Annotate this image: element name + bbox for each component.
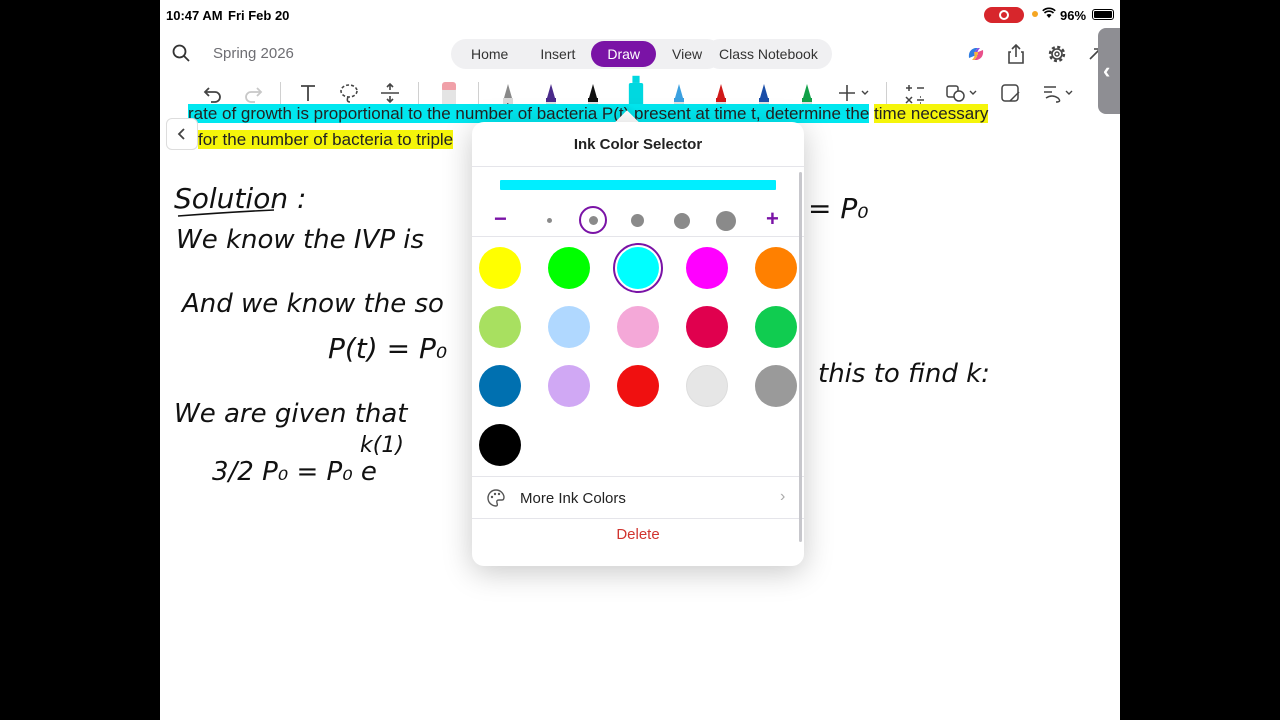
screen-recording-indicator[interactable] [984, 7, 1024, 23]
thickness-row: − + [472, 206, 804, 234]
shapes-icon[interactable] [944, 80, 980, 106]
ribbon-tabs: Home Insert Draw View [451, 39, 723, 69]
color-swatch[interactable] [686, 365, 728, 407]
ink-p0: = P₀ [808, 192, 868, 225]
status-bar: 10:47 AM Fri Feb 20 96% [160, 0, 1120, 30]
add-space-icon[interactable] [377, 80, 403, 106]
color-swatch[interactable] [755, 306, 797, 348]
color-swatch[interactable] [617, 306, 659, 348]
battery-percent: 96% [1060, 8, 1087, 23]
chevron-left-icon: ‹ [1103, 58, 1111, 83]
onenote-app: 10:47 AM Fri Feb 20 96% Spring 2026 Home… [160, 0, 1120, 720]
thickness-option[interactable] [589, 216, 598, 225]
scrollbar[interactable] [799, 172, 802, 542]
thickness-option[interactable] [716, 211, 736, 231]
color-swatch[interactable] [479, 365, 521, 407]
chevron-right-icon: › [780, 488, 786, 505]
divider [472, 518, 804, 519]
color-swatch[interactable] [755, 247, 797, 289]
ink-solution: Solution : [174, 182, 306, 215]
ink-solution-form: And we know the so [180, 289, 444, 319]
divider [472, 476, 804, 477]
color-swatch[interactable] [617, 365, 659, 407]
ink-color-selector: Ink Color Selector − + More Ink Colors ›… [472, 122, 804, 566]
tab-class-notebook[interactable]: Class Notebook [705, 39, 832, 69]
toolbar-divider [418, 82, 419, 104]
search-icon[interactable] [172, 44, 190, 62]
thickness-option[interactable] [631, 214, 644, 227]
divider [472, 236, 804, 237]
thickness-option[interactable] [674, 213, 690, 229]
ink-exponent: k(1) [360, 433, 404, 458]
toolbar-divider [280, 82, 281, 104]
top-bar: Spring 2026 Home Insert Draw View Class … [160, 36, 1120, 72]
battery-icon [1092, 9, 1114, 20]
stroke-preview [500, 180, 776, 190]
status-date: Fri Feb 20 [228, 8, 290, 23]
undo-icon[interactable] [200, 80, 226, 106]
divider [472, 166, 804, 167]
ink-ivp: We know the IVP is [176, 225, 424, 255]
tab-home[interactable]: Home [455, 41, 524, 67]
color-swatch[interactable] [548, 247, 590, 289]
notebook-title[interactable]: Spring 2026 [213, 45, 294, 62]
ink-replay-icon[interactable] [1040, 80, 1076, 106]
decrease-thickness-button[interactable]: − [494, 206, 507, 232]
ink-equation: 3/2 P₀ = P₀ e [212, 457, 377, 487]
increase-thickness-button[interactable]: + [766, 206, 779, 232]
gear-icon[interactable] [1046, 43, 1068, 65]
redo-icon[interactable] [240, 80, 266, 106]
share-icon[interactable] [1006, 43, 1026, 65]
color-swatch[interactable] [686, 306, 728, 348]
side-panel-handle[interactable]: ‹ [1098, 28, 1120, 114]
more-ink-colors-row[interactable]: More Ink Colors › [472, 480, 804, 516]
color-swatch[interactable] [479, 306, 521, 348]
color-swatch[interactable] [479, 424, 521, 466]
ink-to-shape-icon[interactable] [998, 80, 1024, 106]
color-swatch[interactable] [479, 247, 521, 289]
thickness-option[interactable] [547, 218, 552, 223]
more-ink-colors-label: More Ink Colors [520, 490, 626, 507]
color-swatch[interactable] [755, 365, 797, 407]
copilot-icon[interactable] [966, 44, 986, 64]
tab-draw[interactable]: Draw [591, 41, 657, 67]
color-swatch[interactable] [548, 365, 590, 407]
popover-title: Ink Color Selector [573, 136, 703, 153]
toolbar-divider [478, 82, 479, 104]
lasso-select-icon[interactable] [336, 80, 362, 106]
text-mode-icon[interactable] [295, 80, 321, 106]
ink-pt: P(t) = P₀ [328, 332, 447, 365]
add-pen-icon[interactable] [836, 80, 872, 106]
math-icon[interactable] [902, 80, 928, 106]
status-time: 10:47 AM [166, 8, 223, 23]
wifi-icon [1042, 7, 1056, 22]
palette-icon [487, 489, 505, 507]
ink-given: We are given that [174, 399, 408, 429]
tab-insert[interactable]: Insert [524, 41, 591, 67]
delete-pen-button[interactable]: Delete [472, 526, 804, 543]
mic-indicator-icon [1032, 11, 1038, 17]
color-swatch[interactable] [613, 243, 663, 293]
toolbar-divider [886, 82, 887, 104]
highlighter-cyan-icon[interactable] [626, 74, 646, 108]
color-swatch[interactable] [548, 306, 590, 348]
ink-find-k: this to find k: [818, 359, 990, 389]
color-swatch[interactable] [686, 247, 728, 289]
